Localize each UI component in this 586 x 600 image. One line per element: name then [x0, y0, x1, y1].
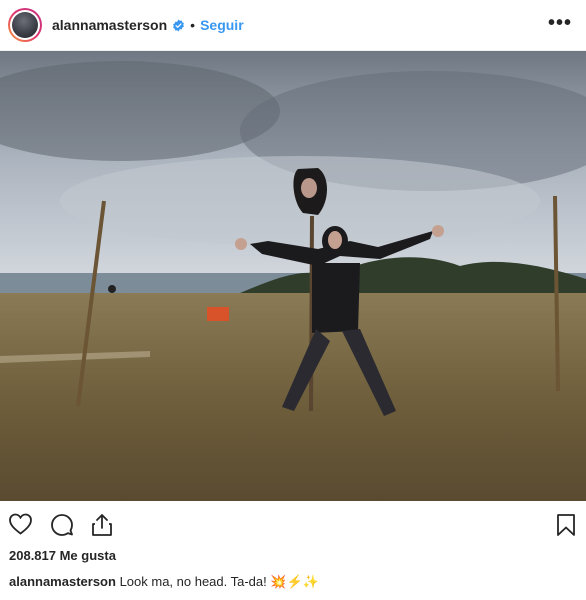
post-photo[interactable] — [0, 51, 586, 501]
caption-text: Look ma, no head. Ta-da! — [119, 574, 267, 589]
verified-badge-icon — [172, 19, 185, 32]
caption-emoji: 💥⚡✨ — [270, 574, 319, 589]
save-button[interactable] — [556, 513, 576, 542]
avatar[interactable] — [8, 8, 42, 42]
heart-icon — [8, 513, 33, 539]
share-icon — [90, 514, 114, 541]
post-header: alannamasterson • Seguir ••• — [0, 0, 586, 51]
share-button[interactable] — [90, 513, 114, 542]
likes-count[interactable]: 208.817 Me gusta — [9, 548, 116, 563]
bookmark-icon — [556, 514, 576, 541]
username-link[interactable]: alannamasterson — [52, 17, 167, 33]
caption: alannamasterson Look ma, no head. Ta-da!… — [9, 574, 319, 590]
more-options-icon[interactable]: ••• — [548, 12, 572, 35]
follow-button[interactable]: Seguir — [200, 17, 244, 33]
like-button[interactable] — [8, 513, 33, 540]
separator-dot: • — [190, 17, 196, 33]
action-bar — [0, 501, 586, 545]
comment-icon — [50, 514, 74, 541]
caption-username[interactable]: alannamasterson — [9, 574, 116, 589]
comment-button[interactable] — [50, 513, 74, 542]
